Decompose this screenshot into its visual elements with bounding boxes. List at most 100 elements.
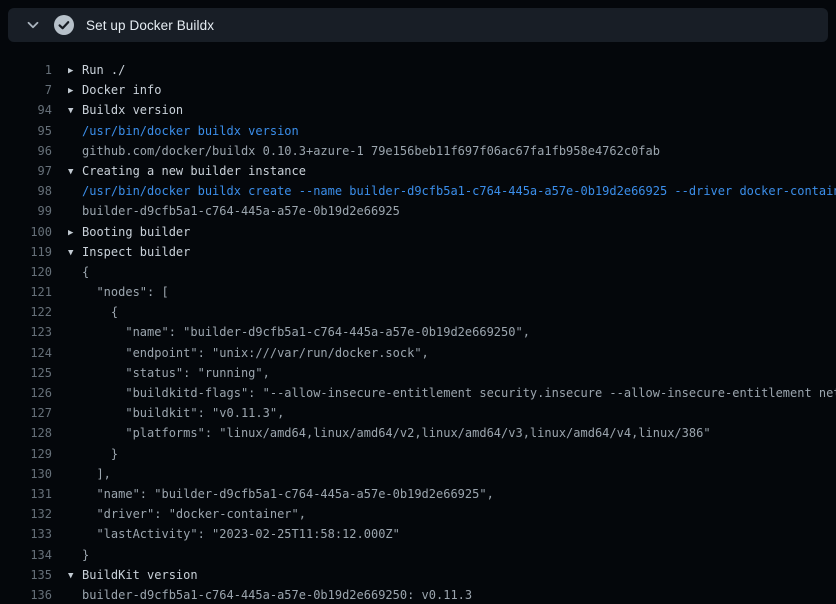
triangle-down-icon[interactable]: ▼ (68, 566, 82, 585)
log-line: 96 github.com/docker/buildx 0.10.3+azure-… (0, 141, 836, 161)
command-text: /usr/bin/docker buildx create --name bui… (82, 184, 836, 198)
log-line: 121 "nodes": [ (0, 282, 836, 302)
line-content: builder-d9cfb5a1-c764-445a-a57e-0b19d2e6… (52, 201, 836, 221)
log-line: 99 builder-d9cfb5a1-c764-445a-a57e-0b19d2… (0, 201, 836, 221)
log-line: 124 "endpoint": "unix:///var/run/docker.… (0, 343, 836, 363)
line-number[interactable]: 7 (0, 80, 52, 100)
line-content: ▼Creating a new builder instance (52, 161, 836, 181)
output-text: github.com/docker/buildx 0.10.3+azure-1 … (82, 144, 660, 158)
chevron-down-icon[interactable] (26, 18, 40, 32)
log-line: 98/usr/bin/docker buildx create --name b… (0, 181, 836, 201)
output-text: "status": "running", (82, 366, 270, 380)
output-text: "buildkit": "v0.11.3", (82, 406, 284, 420)
line-number[interactable]: 125 (0, 363, 52, 383)
line-content: } (52, 444, 836, 464)
line-number[interactable]: 98 (0, 181, 52, 201)
line-number[interactable]: 129 (0, 444, 52, 464)
group-title: Docker info (82, 83, 161, 97)
output-text: builder-d9cfb5a1-c764-445a-a57e-0b19d2e6… (82, 204, 400, 218)
log-line: 129 } (0, 444, 836, 464)
line-content: ], (52, 464, 836, 484)
line-content: "name": "builder-d9cfb5a1-c764-445a-a57e… (52, 484, 836, 504)
line-number[interactable]: 119 (0, 242, 52, 262)
line-number[interactable]: 123 (0, 322, 52, 342)
line-number[interactable]: 124 (0, 343, 52, 363)
line-content: /usr/bin/docker buildx create --name bui… (52, 181, 836, 201)
log-line: 133 "lastActivity": "2023-02-25T11:58:12… (0, 524, 836, 544)
log-output: 1▶Run ./7▶Docker info94▼Buildx version95… (0, 42, 836, 604)
group-title: Booting builder (82, 225, 190, 239)
line-content: { (52, 262, 836, 282)
log-group-line[interactable]: 1▶Run ./ (0, 60, 836, 80)
log-line: 123 "name": "builder-d9cfb5a1-c764-445a-… (0, 322, 836, 342)
line-content: } (52, 545, 836, 565)
line-number[interactable]: 94 (0, 100, 52, 120)
line-content: github.com/docker/buildx 0.10.3+azure-1 … (52, 141, 836, 161)
output-text: "platforms": "linux/amd64,linux/amd64/v2… (82, 426, 711, 440)
line-content: ▶Booting builder (52, 222, 836, 242)
line-number[interactable]: 97 (0, 161, 52, 181)
line-content: ▼BuildKit version (52, 565, 836, 585)
group-title: BuildKit version (82, 568, 198, 582)
line-number[interactable]: 130 (0, 464, 52, 484)
output-text: builder-d9cfb5a1-c764-445a-a57e-0b19d2e6… (82, 588, 472, 602)
line-number[interactable]: 120 (0, 262, 52, 282)
triangle-right-icon[interactable]: ▶ (68, 81, 82, 100)
step-title: Set up Docker Buildx (86, 18, 214, 33)
line-content: { (52, 302, 836, 322)
line-number[interactable]: 99 (0, 201, 52, 221)
line-number[interactable]: 127 (0, 403, 52, 423)
line-number[interactable]: 122 (0, 302, 52, 322)
line-content: ▶Docker info (52, 80, 836, 100)
line-number[interactable]: 135 (0, 565, 52, 585)
line-number[interactable]: 131 (0, 484, 52, 504)
log-group-line[interactable]: 7▶Docker info (0, 80, 836, 100)
triangle-down-icon[interactable]: ▼ (68, 243, 82, 262)
line-number[interactable]: 126 (0, 383, 52, 403)
group-title: Inspect builder (82, 245, 190, 259)
output-text: "buildkitd-flags": "--allow-insecure-ent… (82, 386, 836, 400)
log-line: 132 "driver": "docker-container", (0, 504, 836, 524)
output-text: "endpoint": "unix:///var/run/docker.sock… (82, 346, 429, 360)
output-text: "name": "builder-d9cfb5a1-c764-445a-a57e… (82, 325, 530, 339)
triangle-right-icon[interactable]: ▶ (68, 223, 82, 242)
triangle-right-icon[interactable]: ▶ (68, 61, 82, 80)
output-text: { (82, 265, 89, 279)
line-number[interactable]: 128 (0, 423, 52, 443)
line-number[interactable]: 121 (0, 282, 52, 302)
line-content: "driver": "docker-container", (52, 504, 836, 524)
log-line: 131 "name": "builder-d9cfb5a1-c764-445a-… (0, 484, 836, 504)
log-line: 130 ], (0, 464, 836, 484)
output-text: "lastActivity": "2023-02-25T11:58:12.000… (82, 527, 400, 541)
output-text: "name": "builder-d9cfb5a1-c764-445a-a57e… (82, 487, 494, 501)
triangle-down-icon[interactable]: ▼ (68, 162, 82, 181)
line-number[interactable]: 132 (0, 504, 52, 524)
output-text: } (82, 548, 89, 562)
log-group-line[interactable]: 135▼BuildKit version (0, 565, 836, 585)
line-content: ▼Inspect builder (52, 242, 836, 262)
log-line: 122 { (0, 302, 836, 322)
output-text: ], (82, 467, 111, 481)
line-number[interactable]: 95 (0, 121, 52, 141)
line-number[interactable]: 134 (0, 545, 52, 565)
group-title: Buildx version (82, 103, 183, 117)
output-text: } (82, 447, 118, 461)
log-line: 134} (0, 545, 836, 565)
line-content: "endpoint": "unix:///var/run/docker.sock… (52, 343, 836, 363)
line-number[interactable]: 133 (0, 524, 52, 544)
line-number[interactable]: 136 (0, 585, 52, 604)
line-content: "nodes": [ (52, 282, 836, 302)
step-header[interactable]: Set up Docker Buildx (8, 8, 828, 42)
line-number[interactable]: 96 (0, 141, 52, 161)
line-content: "buildkitd-flags": "--allow-insecure-ent… (52, 383, 836, 403)
log-group-line[interactable]: 97▼Creating a new builder instance (0, 161, 836, 181)
line-number[interactable]: 100 (0, 222, 52, 242)
line-number[interactable]: 1 (0, 60, 52, 80)
log-group-line[interactable]: 94 ▼Buildx version (0, 100, 836, 120)
log-group-line[interactable]: 119▼Inspect builder (0, 242, 836, 262)
line-content: "platforms": "linux/amd64,linux/amd64/v2… (52, 423, 836, 443)
triangle-down-icon[interactable]: ▼ (68, 101, 82, 120)
log-group-line[interactable]: 100▶Booting builder (0, 222, 836, 242)
output-text: "driver": "docker-container", (82, 507, 306, 521)
command-text: /usr/bin/docker buildx version (82, 124, 299, 138)
